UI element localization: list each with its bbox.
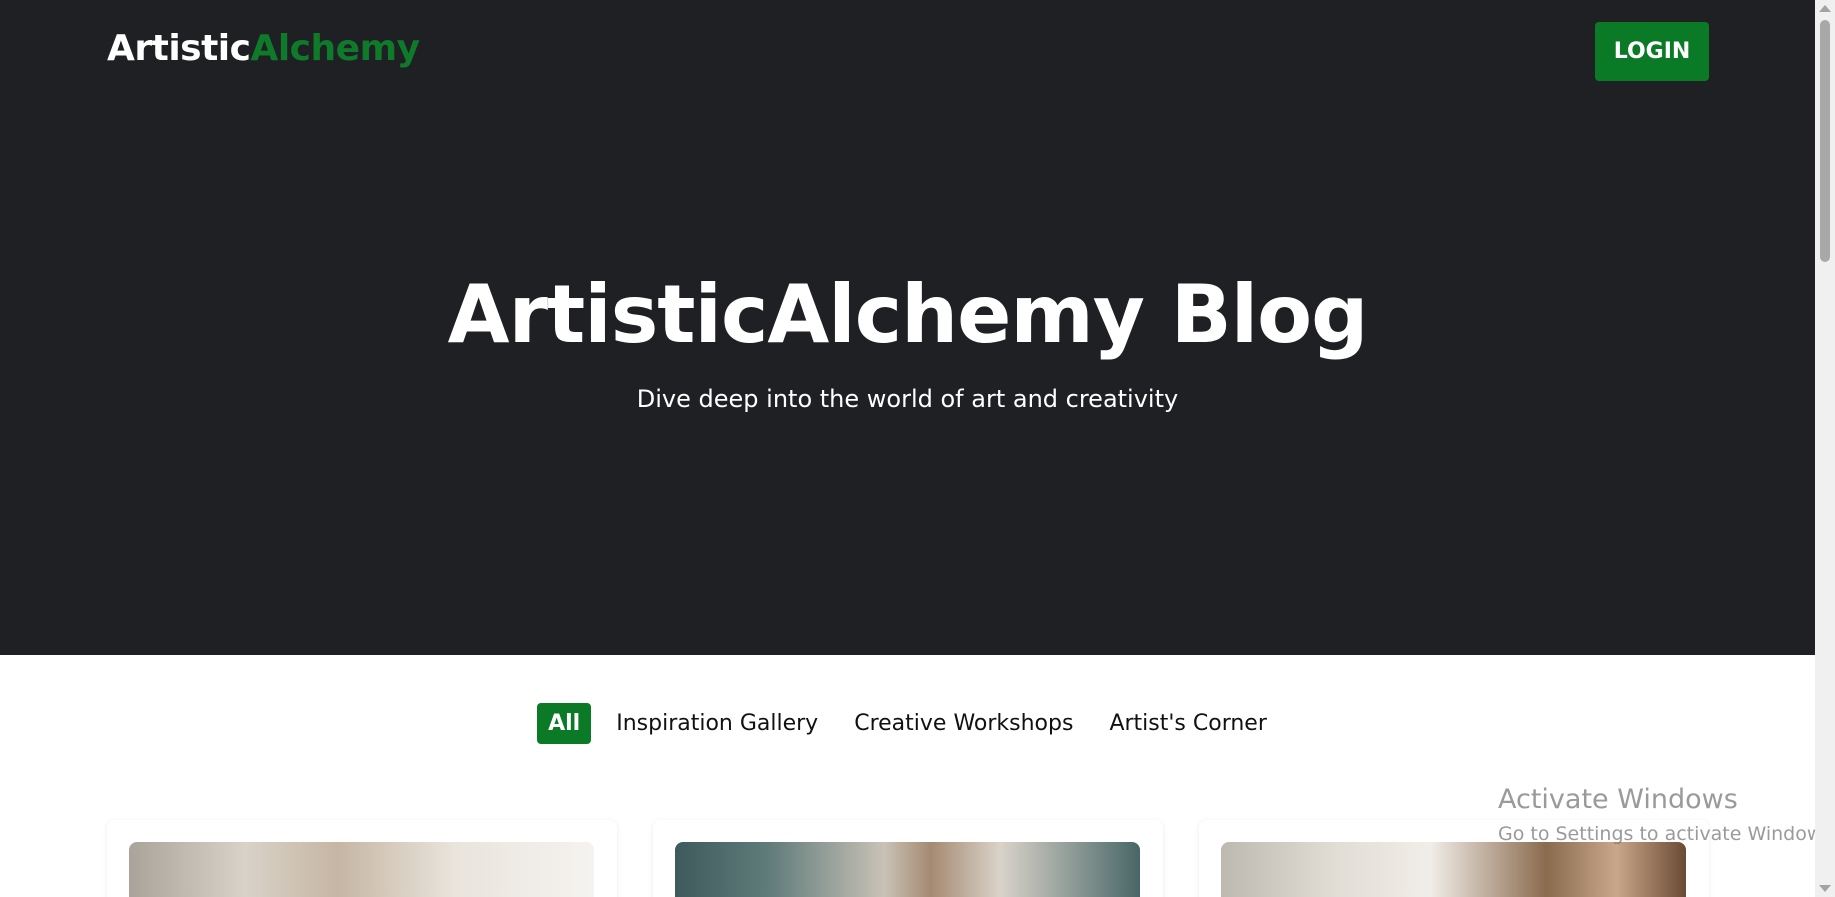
scrollbar-thumb[interactable] — [1820, 20, 1830, 262]
login-button[interactable]: LOGIN — [1595, 22, 1709, 81]
tab-artists-corner[interactable]: Artist's Corner — [1098, 703, 1277, 744]
page-subtitle: Dive deep into the world of art and crea… — [636, 385, 1179, 413]
hero-section: ArtisticAlchemy LOGIN ArtisticAlchemy Bl… — [0, 0, 1815, 655]
tab-all[interactable]: All — [537, 703, 592, 744]
scroll-down-arrow-icon[interactable] — [1819, 885, 1831, 892]
logo-text-accent: Alchemy — [250, 28, 420, 69]
watermark-subtitle: Go to Settings to activate Windows. — [1498, 823, 1835, 845]
logo-text-primary: Artistic — [107, 28, 251, 69]
vertical-scrollbar[interactable] — [1815, 0, 1835, 897]
blog-card[interactable] — [653, 820, 1163, 897]
tab-inspiration-gallery[interactable]: Inspiration Gallery — [605, 703, 829, 744]
blog-card-image[interactable] — [129, 842, 594, 897]
site-logo[interactable]: ArtisticAlchemy — [107, 28, 420, 69]
blog-card[interactable] — [107, 820, 617, 897]
windows-activation-watermark: Activate Windows Go to Settings to activ… — [1498, 784, 1835, 845]
scroll-up-arrow-icon[interactable] — [1819, 5, 1831, 12]
blog-card-image[interactable] — [1221, 842, 1686, 897]
category-tabs: All Inspiration Gallery Creative Worksho… — [0, 703, 1815, 744]
blog-card-image[interactable] — [675, 842, 1140, 897]
watermark-title: Activate Windows — [1498, 784, 1738, 815]
page-title: ArtisticAlchemy Blog — [447, 268, 1369, 361]
tab-creative-workshops[interactable]: Creative Workshops — [843, 703, 1084, 744]
